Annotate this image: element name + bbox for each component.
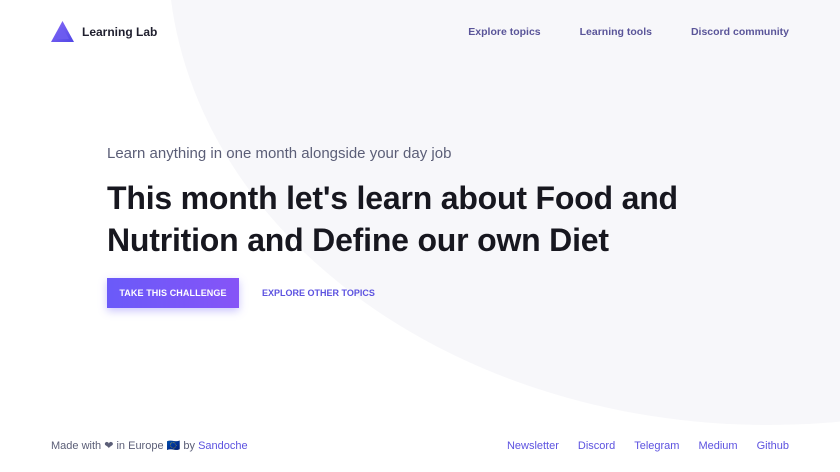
hero-tagline: Learn anything in one month alongside yo… [107, 145, 452, 162]
nav-learning-tools[interactable]: Learning tools [580, 26, 652, 38]
nav-explore-topics[interactable]: Explore topics [468, 26, 540, 38]
landing-page: Learning Lab Explore topics Learning too… [0, 0, 840, 472]
nav-discord-community[interactable]: Discord community [691, 26, 789, 38]
home-logo-link[interactable]: Learning Lab [51, 21, 157, 42]
footer-link-newsletter[interactable]: Newsletter [507, 438, 559, 454]
hero-actions: TAKE THIS CHALLENGE EXPLORE OTHER TOPICS [107, 278, 375, 308]
site-header: Learning Lab Explore topics Learning too… [0, 0, 840, 64]
location-text: in Europe [116, 440, 164, 452]
hero-headline: This month let's learn about Food and Nu… [107, 180, 678, 258]
footer-links: Newsletter Discord Telegram Medium Githu… [488, 438, 789, 454]
site-footer: Made with ❤ in Europe 🇪🇺 by Sandoche New… [0, 438, 840, 458]
eu-flag-icon: 🇪🇺 [166, 440, 181, 452]
footer-link-discord[interactable]: Discord [578, 438, 615, 454]
triangle-logo-icon [51, 21, 74, 42]
brand-name: Learning Lab [82, 24, 158, 39]
take-challenge-button[interactable]: TAKE THIS CHALLENGE [107, 278, 239, 308]
footer-link-github[interactable]: Github [757, 438, 789, 454]
footer-link-telegram[interactable]: Telegram [634, 438, 679, 454]
explore-other-topics-link[interactable]: EXPLORE OTHER TOPICS [262, 288, 375, 298]
made-with-text: Made with [51, 440, 102, 452]
heart-icon: ❤ [104, 440, 114, 452]
footer-credit: Made with ❤ in Europe 🇪🇺 by Sandoche [51, 438, 248, 454]
hero-section: Learn anything in one month alongside yo… [107, 144, 747, 261]
main-nav: Explore topics Learning tools Discord co… [429, 26, 789, 38]
by-text: by [183, 440, 196, 452]
author-link[interactable]: Sandoche [198, 440, 248, 452]
footer-link-medium[interactable]: Medium [698, 438, 737, 454]
